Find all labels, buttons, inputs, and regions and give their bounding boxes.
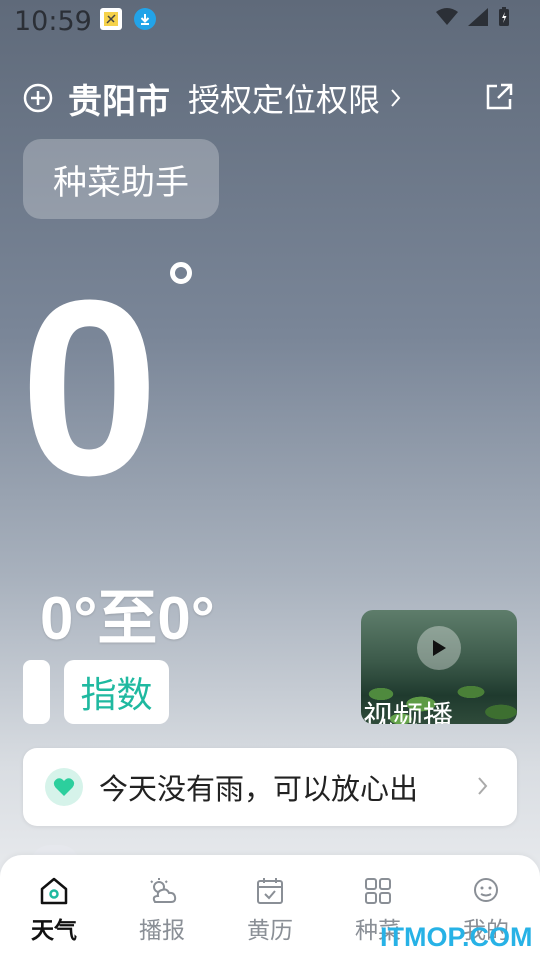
signal-icon bbox=[468, 8, 488, 26]
video-broadcast-thumbnail[interactable]: 视频播 bbox=[361, 610, 517, 724]
play-icon[interactable] bbox=[417, 626, 461, 670]
chevron-right-icon bbox=[478, 777, 488, 795]
watermark: ITMOP.COM bbox=[380, 922, 533, 952]
share-icon[interactable] bbox=[484, 82, 514, 112]
grid-icon bbox=[365, 878, 391, 904]
nav-label: 天气 bbox=[31, 918, 77, 944]
status-time: 10:59 bbox=[14, 6, 92, 37]
wifi-icon bbox=[436, 8, 458, 25]
nav-broadcast[interactable]: 播报 bbox=[122, 877, 202, 945]
app-notification-icon bbox=[100, 8, 122, 30]
nav-almanac[interactable]: 黄历 bbox=[230, 877, 310, 945]
battery-icon bbox=[499, 7, 509, 26]
city-name[interactable]: 贵阳市 bbox=[68, 74, 170, 123]
weather-cloud-icon bbox=[150, 878, 177, 903]
calendar-icon bbox=[257, 878, 283, 904]
nav-weather[interactable]: 天气 bbox=[14, 877, 94, 945]
status-indicators bbox=[436, 7, 510, 27]
rain-forecast-card[interactable]: 今天没有雨，可以放心出 bbox=[23, 748, 517, 826]
video-label: 视频播 bbox=[363, 700, 453, 724]
heart-icon bbox=[45, 768, 83, 806]
aqi-chip[interactable] bbox=[23, 660, 50, 724]
index-chip[interactable]: 指数 bbox=[64, 660, 169, 724]
profile-icon bbox=[474, 878, 498, 902]
degree-symbol bbox=[170, 262, 192, 284]
temperature-range: 0°至0° bbox=[40, 585, 215, 652]
download-icon bbox=[134, 8, 156, 30]
current-temperature: 0 bbox=[20, 248, 160, 527]
rain-forecast-text: 今天没有雨，可以放心出 bbox=[99, 772, 419, 806]
nav-label: 播报 bbox=[139, 918, 185, 944]
location-header[interactable]: 贵阳市 授权定位权限 bbox=[22, 74, 402, 123]
chevron-right-icon bbox=[391, 89, 401, 107]
location-permission-link[interactable]: 授权定位权限 bbox=[188, 75, 380, 121]
vegetable-assistant-chip[interactable]: 种菜助手 bbox=[23, 139, 219, 219]
home-icon bbox=[40, 877, 68, 905]
nav-label: 黄历 bbox=[247, 918, 293, 944]
add-city-icon[interactable] bbox=[22, 82, 54, 114]
